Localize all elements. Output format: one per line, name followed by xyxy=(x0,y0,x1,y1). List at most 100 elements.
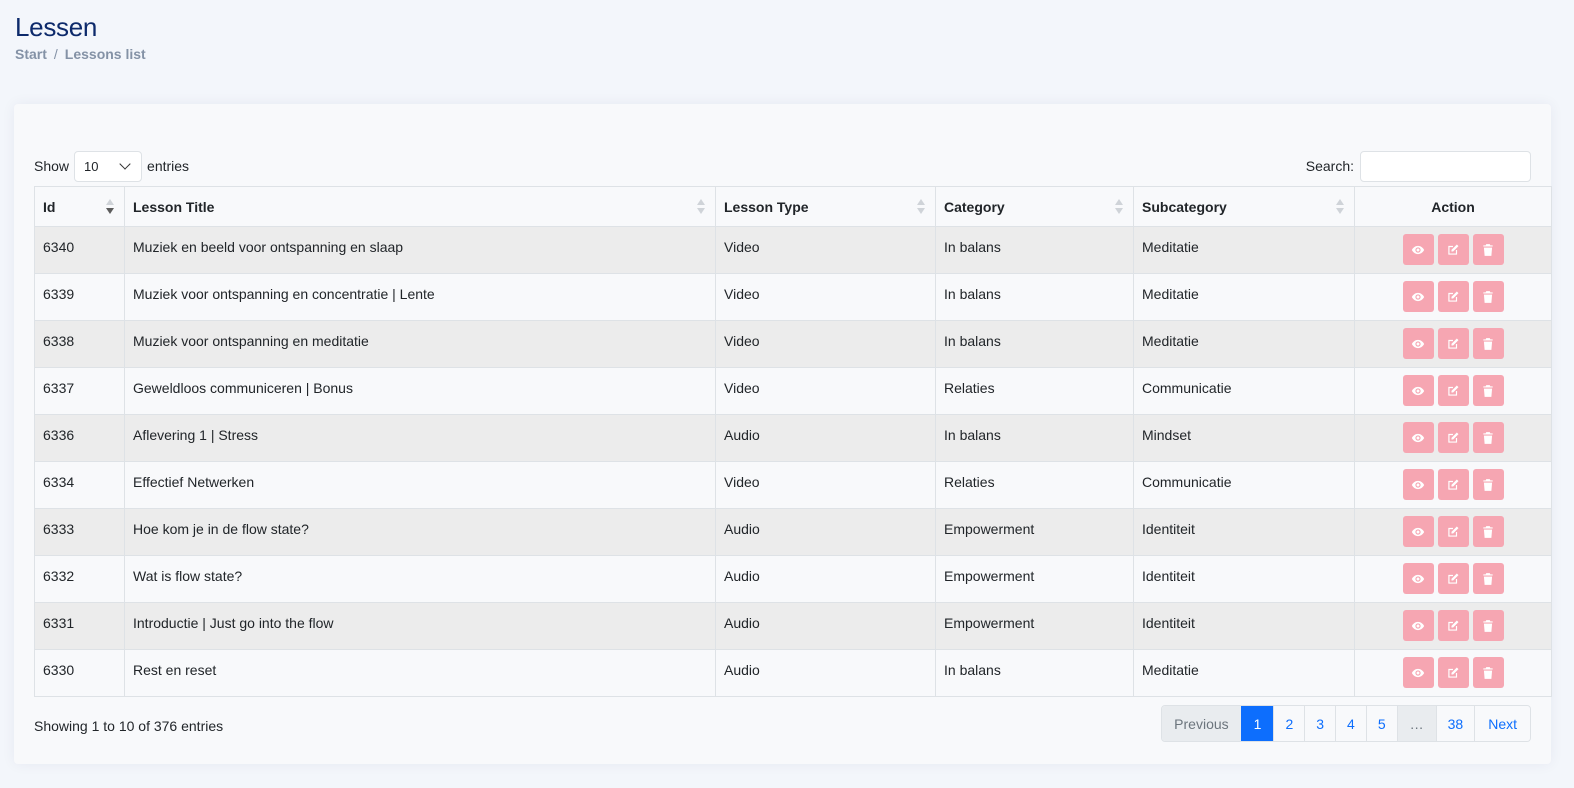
pagination-page-3[interactable]: 3 xyxy=(1304,706,1336,741)
table-row: 6332 Wat is flow state? Audio Empowerment Id… xyxy=(34,555,1552,603)
cell-lesson-type: Video xyxy=(715,226,936,274)
table-controls: Show 10 entries Search: xyxy=(34,150,1531,182)
delete-button[interactable] xyxy=(1472,469,1504,500)
delete-button[interactable] xyxy=(1472,422,1504,453)
cell-action xyxy=(1354,602,1552,650)
cell-subcategory: Identiteit xyxy=(1133,602,1355,650)
edit-button[interactable] xyxy=(1437,469,1469,500)
eye-icon xyxy=(1411,572,1425,586)
cell-lesson-type: Audio xyxy=(715,602,936,650)
entries-length-control: Show 10 entries xyxy=(34,150,190,182)
cell-id: 6333 xyxy=(34,508,125,556)
edit-button[interactable] xyxy=(1437,234,1469,265)
cell-action xyxy=(1354,649,1552,697)
delete-button[interactable] xyxy=(1472,375,1504,406)
view-button[interactable] xyxy=(1402,469,1434,500)
eye-icon xyxy=(1411,337,1425,351)
view-button[interactable] xyxy=(1402,234,1434,265)
trash-icon xyxy=(1481,572,1495,586)
cell-lesson-type: Video xyxy=(715,367,936,415)
pagination-next[interactable]: Next xyxy=(1474,706,1530,741)
cell-id: 6332 xyxy=(34,555,125,603)
delete-button[interactable] xyxy=(1472,281,1504,312)
entries-label: entries xyxy=(147,158,190,174)
pagination-page-2[interactable]: 2 xyxy=(1273,706,1305,741)
delete-button[interactable] xyxy=(1472,516,1504,547)
row-action-buttons xyxy=(1402,328,1504,359)
view-button[interactable] xyxy=(1402,422,1434,453)
edit-button[interactable] xyxy=(1437,375,1469,406)
show-label: Show xyxy=(34,158,70,174)
row-action-buttons xyxy=(1402,422,1504,453)
row-action-buttons xyxy=(1402,469,1504,500)
row-action-buttons xyxy=(1402,610,1504,641)
pagination-previous[interactable]: Previous xyxy=(1162,706,1241,741)
entries-per-page-select[interactable]: 10 xyxy=(74,150,143,182)
cell-subcategory: Identiteit xyxy=(1133,508,1355,556)
entries-per-page-value: 10 xyxy=(84,158,99,174)
row-action-buttons xyxy=(1402,281,1504,312)
cell-subcategory: Communicatie xyxy=(1133,367,1355,415)
edit-button[interactable] xyxy=(1437,610,1469,641)
cell-subcategory: Meditatie xyxy=(1133,226,1355,274)
pagination-page-38[interactable]: 38 xyxy=(1435,706,1475,741)
column-header-lesson-title[interactable]: Lesson Title xyxy=(124,186,716,227)
row-action-buttons xyxy=(1402,563,1504,594)
edit-button[interactable] xyxy=(1437,563,1469,594)
delete-button[interactable] xyxy=(1472,657,1504,688)
view-button[interactable] xyxy=(1402,375,1434,406)
eye-icon xyxy=(1411,666,1425,680)
view-button[interactable] xyxy=(1402,328,1434,359)
cell-id: 6337 xyxy=(34,367,125,415)
column-header-lesson-type[interactable]: Lesson Type xyxy=(715,186,936,227)
breadcrumb-separator: / xyxy=(53,46,58,62)
cell-lesson-type: Audio xyxy=(715,649,936,697)
table-row: 6340 Muziek en beeld voor ontspanning en … xyxy=(34,226,1552,274)
trash-icon xyxy=(1481,525,1495,539)
view-button[interactable] xyxy=(1402,610,1434,641)
lessons-table: Id Lesson Title Lesson Type Category Sub… xyxy=(34,186,1552,697)
view-button[interactable] xyxy=(1402,281,1434,312)
cell-subcategory: Meditatie xyxy=(1133,649,1355,697)
edit-icon xyxy=(1446,337,1460,351)
column-header-subcategory[interactable]: Subcategory xyxy=(1133,186,1355,227)
delete-button[interactable] xyxy=(1472,234,1504,265)
edit-button[interactable] xyxy=(1437,657,1469,688)
cell-id: 6330 xyxy=(34,649,125,697)
table-info: Showing 1 to 10 of 376 entries xyxy=(34,718,224,734)
cell-action xyxy=(1354,273,1552,321)
breadcrumb-start[interactable]: Start xyxy=(15,46,47,62)
edit-button[interactable] xyxy=(1437,328,1469,359)
chevron-down-icon xyxy=(119,158,131,170)
table-row: 6338 Muziek voor ontspanning en meditatie… xyxy=(34,320,1552,368)
view-button[interactable] xyxy=(1402,563,1434,594)
cell-action xyxy=(1354,461,1552,509)
cell-action xyxy=(1354,320,1552,368)
cell-lesson-title: Geweldloos communiceren | Bonus xyxy=(124,367,716,415)
cell-lesson-title: Introductie | Just go into the flow xyxy=(124,602,716,650)
pagination-page-4[interactable]: 4 xyxy=(1335,706,1366,741)
delete-button[interactable] xyxy=(1472,563,1504,594)
edit-button[interactable] xyxy=(1437,422,1469,453)
view-button[interactable] xyxy=(1402,516,1434,547)
cell-id: 6340 xyxy=(34,226,125,274)
cell-category: Relaties xyxy=(935,461,1134,509)
delete-button[interactable] xyxy=(1472,328,1504,359)
cell-category: In balans xyxy=(935,273,1134,321)
pagination-page-1[interactable]: 1 xyxy=(1240,706,1274,741)
pagination-page-5[interactable]: 5 xyxy=(1365,706,1397,741)
eye-icon xyxy=(1411,384,1425,398)
sort-icon xyxy=(697,199,705,215)
view-button[interactable] xyxy=(1402,657,1434,688)
column-header-category[interactable]: Category xyxy=(935,186,1134,227)
delete-button[interactable] xyxy=(1472,610,1504,641)
search-input[interactable] xyxy=(1360,150,1531,182)
column-header-action: Action xyxy=(1354,186,1552,227)
cell-lesson-title: Effectief Netwerken xyxy=(124,461,716,509)
edit-button[interactable] xyxy=(1437,281,1469,312)
edit-icon xyxy=(1446,572,1460,586)
edit-button[interactable] xyxy=(1437,516,1469,547)
cell-lesson-type: Audio xyxy=(715,414,936,462)
column-header-id[interactable]: Id xyxy=(34,186,125,227)
search-label: Search: xyxy=(1305,158,1354,174)
